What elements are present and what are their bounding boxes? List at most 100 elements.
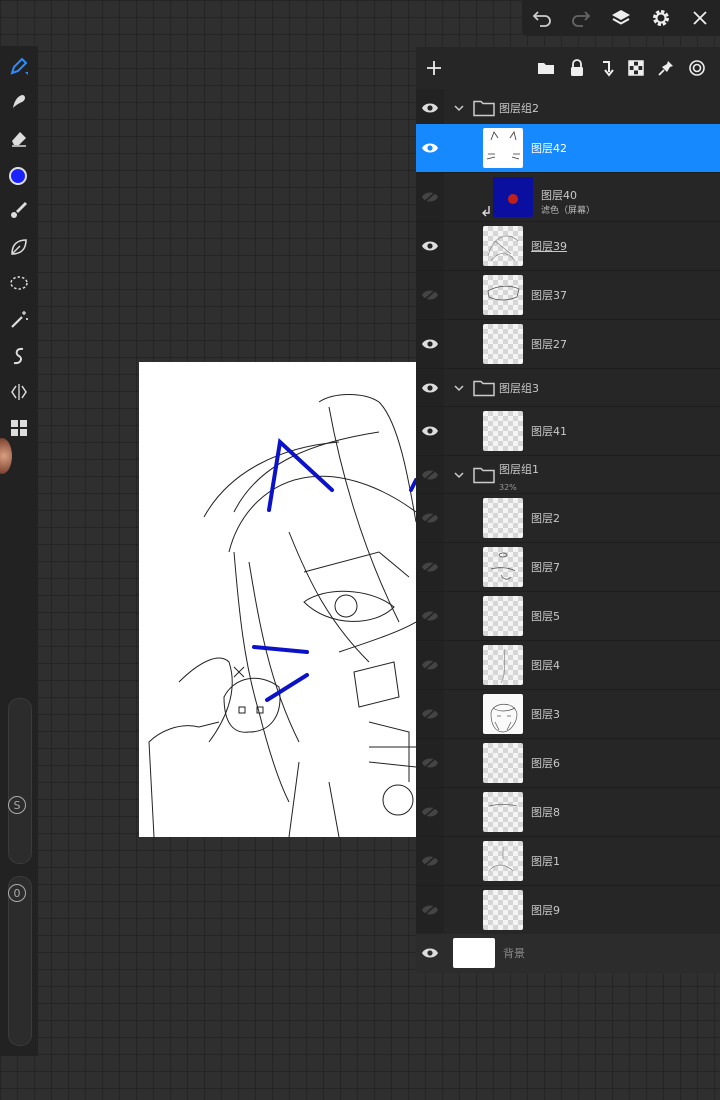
folder-icon [473, 380, 495, 396]
opacity-slider[interactable] [8, 876, 32, 1046]
undo-icon[interactable] [529, 5, 555, 31]
layer-group-row[interactable]: 图层组2 [416, 89, 720, 127]
group-name: 图层组3 [499, 382, 539, 395]
hidden-eye-icon[interactable] [421, 511, 439, 525]
smudge-tool-icon[interactable] [5, 88, 33, 116]
merge-down-icon[interactable] [596, 57, 618, 79]
layer-row[interactable]: 图层39 [416, 222, 720, 271]
layer-row[interactable]: 图层9 [416, 886, 720, 935]
hidden-eye-icon[interactable] [421, 756, 439, 770]
eye-icon[interactable] [421, 337, 439, 351]
group-name: 图层组2 [499, 102, 539, 115]
hidden-eye-icon[interactable] [421, 903, 439, 917]
layer-row[interactable]: 图层8 [416, 788, 720, 837]
reference-icon[interactable] [686, 57, 708, 79]
eye-icon[interactable] [421, 239, 439, 253]
eye-icon[interactable] [421, 946, 439, 960]
chevron-down-icon[interactable] [454, 383, 464, 393]
hidden-eye-icon[interactable] [421, 467, 439, 482]
group-opacity: 32% [499, 483, 517, 492]
layer-name: 图层41 [531, 425, 567, 438]
hidden-eye-icon[interactable] [421, 658, 439, 672]
layers-icon[interactable] [608, 5, 634, 31]
eraser-tool-icon[interactable] [5, 124, 33, 152]
layer-thumbnail [483, 226, 523, 266]
layer-thumbnail [483, 694, 523, 734]
layer-group-row[interactable]: 图层组1 32% [416, 456, 720, 494]
layer-row-clipped[interactable]: 图层40 滤色（屏幕） [416, 173, 720, 222]
hidden-eye-icon[interactable] [421, 560, 439, 574]
size-slider-label: S [8, 796, 26, 814]
layer-row[interactable]: 图层3 [416, 690, 720, 739]
layer-name: 图层37 [531, 289, 567, 302]
brush-preview[interactable] [0, 438, 12, 474]
layer-group-row[interactable]: 图层组3 [416, 369, 720, 407]
curve-tool-icon[interactable] [5, 342, 33, 370]
layer-thumbnail [483, 275, 523, 315]
layer-row[interactable]: 图层5 [416, 592, 720, 641]
hidden-eye-icon[interactable] [421, 190, 439, 204]
hidden-eye-icon[interactable] [421, 707, 439, 721]
layer-thumbnail [483, 411, 523, 451]
layer-name: 图层4 [531, 659, 560, 672]
layer-thumbnail [483, 841, 523, 881]
hidden-eye-icon[interactable] [421, 854, 439, 868]
checkerboard-icon[interactable] [625, 57, 647, 79]
top-bar [522, 0, 720, 36]
layer-thumbnail [483, 743, 523, 783]
layer-thumbnail [483, 128, 523, 168]
close-icon[interactable] [687, 5, 713, 31]
eye-icon[interactable] [421, 141, 439, 155]
left-toolbar: S 0 [0, 46, 38, 1056]
background-layer-name: 背景 [503, 947, 525, 960]
leaf-tool-icon[interactable] [5, 233, 33, 261]
hidden-eye-icon[interactable] [421, 288, 439, 302]
layer-name: 图层8 [531, 806, 560, 819]
layer-row[interactable]: 图层41 [416, 407, 720, 456]
folder-icon [473, 467, 495, 483]
layer-row[interactable]: 图层7 [416, 543, 720, 592]
lasso-tool-icon[interactable] [5, 270, 33, 298]
folder-icon[interactable] [535, 57, 557, 79]
current-color-swatch[interactable] [9, 167, 27, 185]
magic-wand-icon[interactable] [5, 306, 33, 334]
layers-panel: 图层组2 图层42 图层40 滤色（屏幕） 图层39 图层37 图层27 图层组… [416, 47, 720, 973]
redo-icon[interactable] [568, 5, 594, 31]
layer-row[interactable]: 图层37 [416, 271, 720, 320]
background-layer-row[interactable]: 背景 [416, 934, 720, 973]
lock-icon[interactable] [566, 57, 588, 79]
pen-tool-icon[interactable] [5, 52, 33, 80]
background-color-swatch[interactable] [453, 938, 495, 968]
chevron-down-icon[interactable] [454, 103, 464, 113]
layer-row-selected[interactable]: 图层42 [416, 124, 720, 173]
clipping-arrow-icon [482, 206, 490, 217]
blend-mode-label: 滤色（屏幕） [541, 206, 596, 216]
layer-name: 图层2 [531, 512, 560, 525]
layer-name: 图层7 [531, 561, 560, 574]
layer-row[interactable]: 图层1 [416, 837, 720, 886]
layer-row[interactable]: 图层4 [416, 641, 720, 690]
layer-name: 图层5 [531, 610, 560, 623]
layer-thumbnail [483, 547, 523, 587]
brush-size-slider[interactable] [8, 698, 32, 864]
hidden-eye-icon[interactable] [421, 805, 439, 819]
layer-row[interactable]: 图层27 [416, 320, 720, 369]
eye-icon[interactable] [421, 101, 439, 115]
eye-icon[interactable] [421, 424, 439, 438]
layer-name: 图层1 [531, 855, 560, 868]
symmetry-tool-icon[interactable] [5, 378, 33, 406]
grid-tool-icon[interactable] [5, 414, 33, 442]
drawing-canvas[interactable] [139, 362, 416, 837]
layer-thumbnail [483, 498, 523, 538]
hidden-eye-icon[interactable] [421, 609, 439, 623]
folder-icon [473, 100, 495, 116]
brush-tool-icon[interactable] [5, 196, 33, 224]
pin-icon[interactable] [655, 57, 677, 79]
add-icon[interactable] [423, 57, 445, 79]
chevron-down-icon[interactable] [454, 470, 464, 480]
layer-row[interactable]: 图层6 [416, 739, 720, 788]
layer-row[interactable]: 图层2 [416, 494, 720, 543]
settings-icon[interactable] [648, 5, 674, 31]
layer-name: 图层27 [531, 338, 567, 351]
eye-icon[interactable] [421, 381, 439, 395]
